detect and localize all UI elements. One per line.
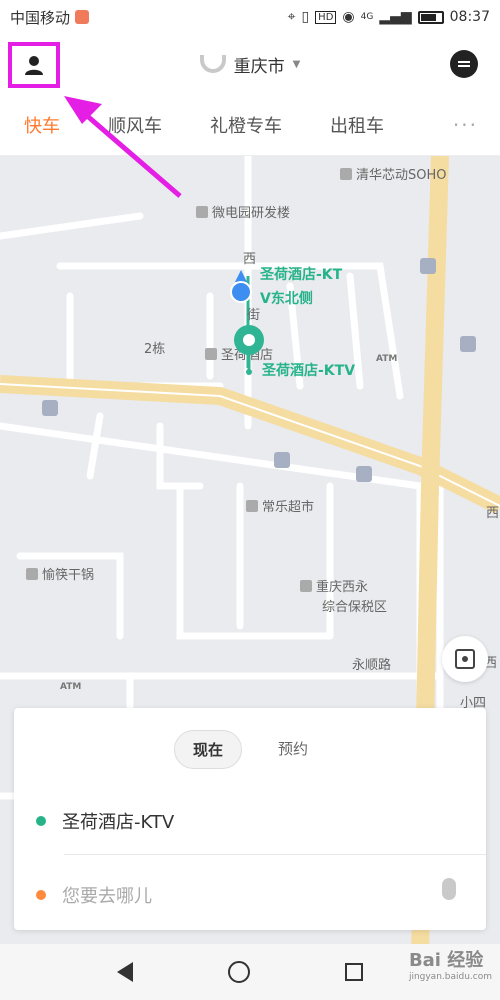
pickup-label-line1[interactable]: 圣荷酒店-KT xyxy=(260,264,342,284)
profile-button[interactable] xyxy=(8,42,60,88)
road-xi-top: 西 xyxy=(486,506,500,521)
trip-card: 现在 预约 圣荷酒店-KTV 您要去哪儿 xyxy=(14,708,486,930)
building-icon xyxy=(196,206,208,218)
road-yongshun: 永顺路 xyxy=(352,658,392,673)
start-location-row[interactable]: 圣荷酒店-KTV xyxy=(36,808,174,834)
recent-apps-icon[interactable] xyxy=(344,963,363,981)
poi-label: 重庆西永 xyxy=(316,580,369,595)
didi-logo-icon xyxy=(199,55,226,73)
tab-taxi[interactable]: 出租车 xyxy=(330,112,384,138)
eye-icon: ◉ xyxy=(342,9,355,25)
hd-badge: HD xyxy=(315,10,337,24)
selected-location-label[interactable]: 圣荷酒店-KTV xyxy=(262,360,355,380)
start-dot-icon xyxy=(36,816,46,826)
watermark-url: jingyan.baidu.com xyxy=(408,972,492,982)
poi-building2: 2栋 xyxy=(144,342,166,357)
carrier-label: 中国移动 xyxy=(10,8,71,27)
destination-placeholder: 您要去哪儿 xyxy=(62,886,152,907)
cart-icon xyxy=(246,500,258,512)
current-location-icon xyxy=(230,270,252,303)
start-location: 圣荷酒店-KTV xyxy=(62,812,175,833)
poi-label: 愉筷干锅 xyxy=(42,568,95,583)
bus-stop-icon xyxy=(356,466,372,482)
more-tabs-icon[interactable]: ··· xyxy=(453,113,478,137)
poi-weidian[interactable]: 微电园研发楼 xyxy=(196,202,290,221)
poi-changle[interactable]: 常乐超市 xyxy=(246,496,314,515)
chevron-down-icon: ▼ xyxy=(292,58,301,70)
pickup-label-line2[interactable]: V东北侧 xyxy=(260,288,313,308)
poi-tsinghua[interactable]: 清华芯动SOHO xyxy=(340,164,447,183)
poi-label: 清华芯动SOHO xyxy=(356,168,447,183)
signal-icon: ▂▄▆ xyxy=(379,9,412,25)
food-icon xyxy=(26,568,38,580)
user-icon xyxy=(25,56,43,75)
city-label: 重庆市 xyxy=(233,56,285,77)
watermark: Bai 经验 jingyan.baidu.com xyxy=(409,946,492,982)
poi-label: 微电园研发楼 xyxy=(212,206,291,221)
poi-bonded-2: 综合保税区 xyxy=(322,600,388,615)
bus-stop-icon xyxy=(420,258,436,274)
poi-yuxiao[interactable]: 愉筷干锅 xyxy=(26,564,94,583)
service-tabs: 快车 顺风车 礼橙专车 出租车 ··· xyxy=(0,94,500,156)
bus-stop-icon xyxy=(460,336,476,352)
bus-stop-icon xyxy=(274,452,290,468)
app-header: 重庆市 ▼ xyxy=(0,34,500,94)
destination-dot-icon xyxy=(36,890,46,900)
tab-premier[interactable]: 礼橙专车 xyxy=(210,112,282,138)
battery-icon xyxy=(417,10,444,24)
carrier: 中国移动 xyxy=(10,7,90,28)
time-option-now[interactable]: 现在 xyxy=(173,730,242,769)
message-icon xyxy=(458,59,470,69)
locate-icon xyxy=(455,649,475,669)
status-bar: 中国移动 ⌖ ▯ HD ◉ 4G ▂▄▆ 08:37 xyxy=(0,0,500,34)
pickup-pin-icon[interactable] xyxy=(231,324,267,380)
street-xi: 西 xyxy=(243,252,257,267)
vibrate-icon: ▯ xyxy=(301,9,310,25)
network-label: 4G xyxy=(360,12,374,22)
poi-label: 常乐超市 xyxy=(262,500,315,515)
watermark-brand: Bai 经验 xyxy=(408,950,484,971)
building-icon xyxy=(340,168,352,180)
atm-icon: ATM xyxy=(60,682,82,692)
recenter-button[interactable] xyxy=(442,636,488,682)
time-option-reserve[interactable]: 预约 xyxy=(260,730,326,769)
bus-stop-icon xyxy=(42,400,58,416)
poi-bonded-1[interactable]: 重庆西永 xyxy=(300,576,368,595)
tab-express[interactable]: 快车 xyxy=(24,112,60,138)
location-icon: ⌖ xyxy=(287,9,296,25)
notification-icon xyxy=(75,10,90,24)
message-button[interactable] xyxy=(450,50,478,78)
atm-icon: ATM xyxy=(376,354,398,364)
back-icon[interactable] xyxy=(117,962,134,982)
status-icons: ⌖ ▯ HD ◉ 4G ▂▄▆ 08:37 xyxy=(288,9,490,25)
tab-carpool[interactable]: 顺风车 xyxy=(108,112,162,138)
home-icon[interactable] xyxy=(227,961,250,983)
destination-input[interactable]: 您要去哪儿 xyxy=(36,882,152,908)
microphone-icon[interactable] xyxy=(442,878,456,900)
city-selector[interactable]: 重庆市 ▼ xyxy=(199,52,301,77)
time-selector: 现在 预约 xyxy=(14,708,486,769)
building-icon xyxy=(300,580,312,592)
clock: 08:37 xyxy=(449,9,490,25)
hotel-icon xyxy=(205,348,217,360)
divider xyxy=(64,854,486,855)
